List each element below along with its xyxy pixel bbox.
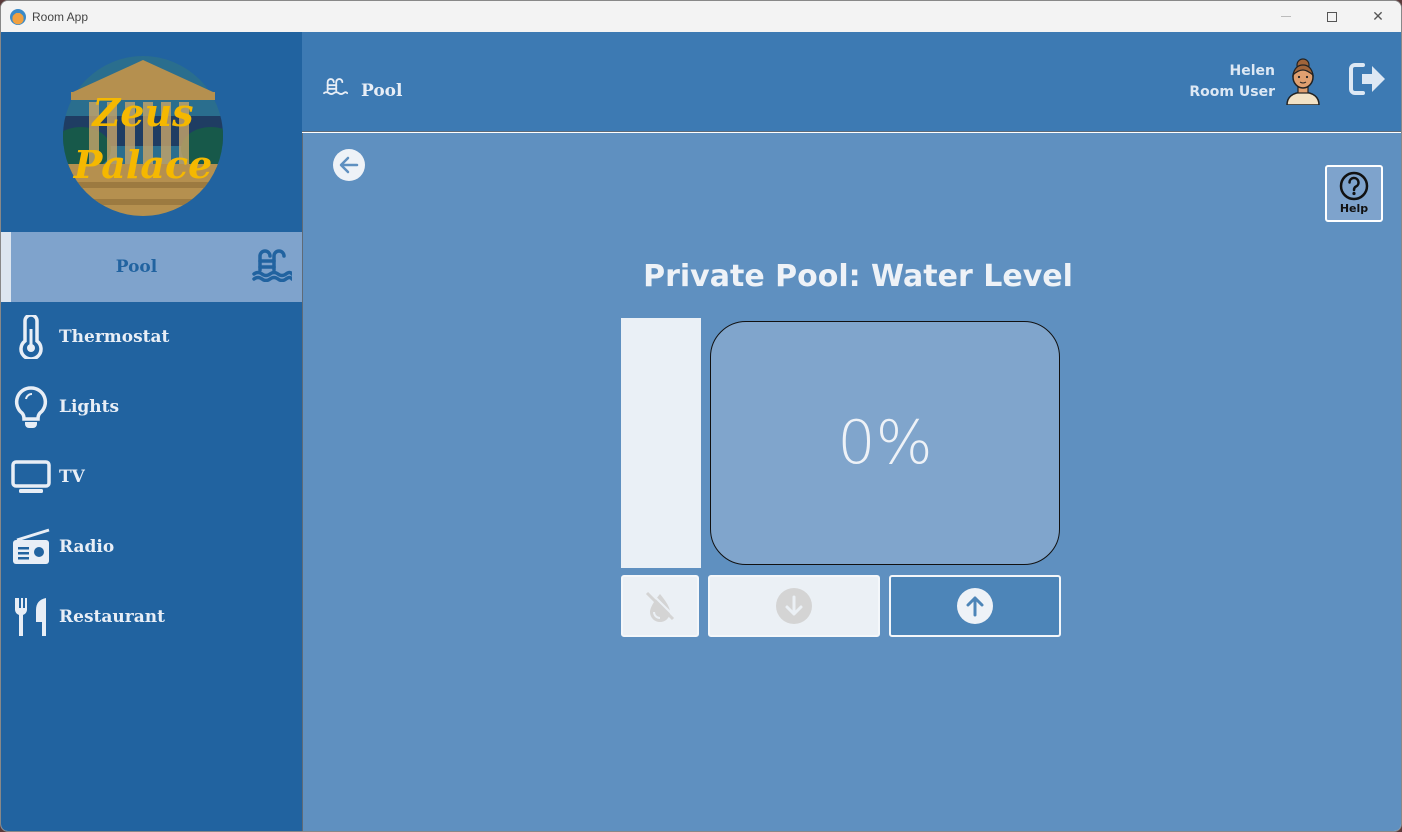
sidebar-item-lights[interactable]: Lights: [1, 372, 302, 442]
app-icon: [10, 8, 26, 25]
water-level-bar: [621, 318, 701, 568]
increase-level-button[interactable]: [889, 575, 1061, 637]
pool-icon: [323, 78, 348, 95]
sidebar-item-label: TV: [59, 467, 85, 487]
sidebar: Zeus Palace Pool Thermostat Lights TV Ra…: [1, 32, 302, 831]
sidebar-item-pool[interactable]: Pool: [1, 232, 302, 302]
app-window: Room App ✕ Zeus Palace Pool Thermostat L…: [0, 0, 1402, 832]
lightbulb-icon: [14, 386, 48, 428]
close-icon: ✕: [1372, 8, 1384, 25]
user-role: Room User: [1189, 84, 1275, 100]
page-title: Pool: [361, 81, 403, 101]
sidebar-item-radio[interactable]: Radio: [1, 512, 302, 582]
sidebar-item-thermostat[interactable]: Thermostat: [1, 302, 302, 372]
utensils-icon: [15, 598, 46, 636]
water-off-icon: [645, 590, 676, 622]
title-bar: Room App ✕: [1, 1, 1401, 32]
user-info: Helen Room User: [1189, 61, 1275, 103]
tv-icon: [11, 460, 51, 493]
logout-icon[interactable]: [1349, 61, 1387, 97]
maximize-button[interactable]: [1309, 1, 1355, 32]
back-button[interactable]: [333, 149, 365, 181]
pool-icon: [252, 249, 292, 282]
panel-title: Private Pool: Water Level: [643, 259, 1073, 294]
minimize-button[interactable]: [1263, 1, 1309, 32]
sidebar-item-label: Radio: [59, 537, 115, 557]
sidebar-item-label: Thermostat: [59, 327, 170, 347]
decrease-level-button[interactable]: [708, 575, 880, 637]
help-label: Help: [1339, 202, 1369, 215]
arrow-down-circle-icon: [776, 588, 812, 624]
main-panel: Help Private Pool: Water Level 0%: [302, 133, 1401, 831]
radio-icon: [13, 528, 50, 564]
sidebar-item-label: Lights: [59, 397, 120, 417]
logo-text-line1: Zeus: [91, 90, 194, 135]
help-button[interactable]: Help: [1325, 165, 1383, 222]
sidebar-item-restaurant[interactable]: Restaurant: [1, 582, 302, 652]
window-title: Room App: [32, 9, 89, 24]
sidebar-item-tv[interactable]: TV: [1, 442, 302, 512]
sidebar-item-label: Pool: [115, 257, 158, 277]
arrow-left-icon: [339, 156, 359, 174]
drain-button[interactable]: [621, 575, 699, 637]
avatar[interactable]: [1283, 57, 1323, 105]
question-circle-icon: [1339, 171, 1369, 201]
close-button[interactable]: ✕: [1355, 1, 1401, 32]
thermometer-icon: [19, 315, 43, 359]
user-name: Helen: [1229, 63, 1275, 79]
header: Pool Helen Room User: [302, 32, 1401, 132]
zeus-palace-logo: Zeus Palace: [63, 56, 223, 216]
water-level-readout: 0%: [710, 321, 1060, 565]
logo-text-line2: Palace: [73, 142, 213, 187]
sidebar-item-label: Restaurant: [59, 607, 165, 627]
maximize-icon: [1327, 11, 1337, 22]
minimize-icon: [1281, 16, 1291, 17]
arrow-up-circle-icon: [957, 588, 993, 624]
